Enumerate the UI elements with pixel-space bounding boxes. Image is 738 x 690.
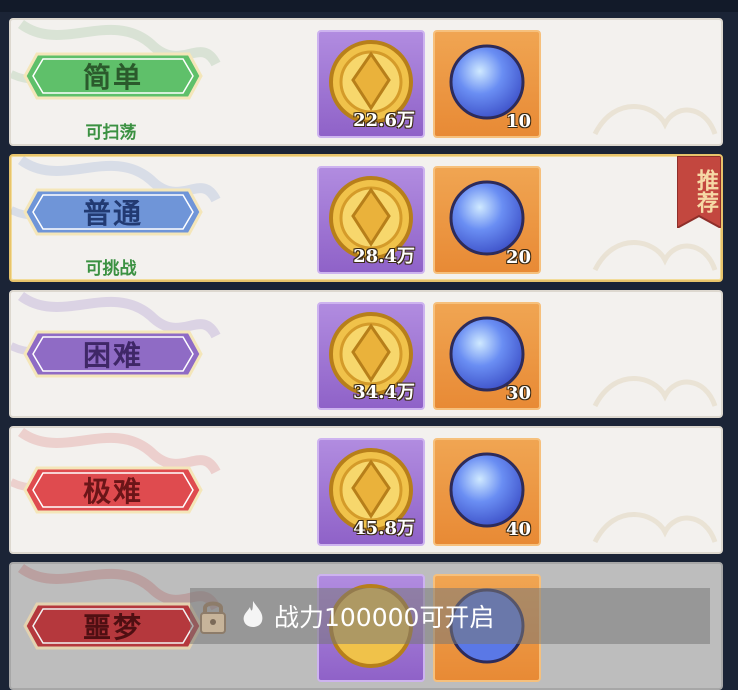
cloud-ornament-icon	[592, 104, 718, 136]
stage-row-hard[interactable]: 困难 34.4万 30	[9, 290, 723, 418]
reward-orb[interactable]: 40	[433, 438, 541, 546]
orb-quantity: 30	[505, 383, 531, 404]
reward-orb[interactable]: 30	[433, 302, 541, 410]
difficulty-label: 噩梦	[82, 611, 143, 644]
coin-quantity: 22.6万	[353, 110, 415, 131]
top-bar	[0, 0, 738, 12]
unlock-requirement-text: 战力100000可开启	[274, 603, 495, 632]
reward-coin[interactable]: 34.4万	[317, 302, 425, 410]
cloud-ornament-icon	[592, 376, 718, 408]
orb-quantity: 40	[505, 519, 531, 540]
coin-quantity: 28.4万	[353, 246, 415, 267]
difficulty-label: 困难	[82, 339, 143, 372]
reward-orb[interactable]: 10	[433, 30, 541, 138]
difficulty-badge: 噩梦	[23, 600, 203, 652]
reward-orb[interactable]: 20	[433, 166, 541, 274]
reward-coin[interactable]: 45.8万	[317, 438, 425, 546]
difficulty-label: 极难	[82, 475, 143, 508]
reward-coin[interactable]: 28.4万	[317, 166, 425, 274]
cloud-ornament-icon	[592, 512, 718, 544]
reward-coin[interactable]: 22.6万	[317, 30, 425, 138]
difficulty-badge: 困难	[23, 328, 203, 380]
difficulty-status: 可挑战	[85, 259, 137, 279]
orb-quantity: 10	[505, 111, 531, 132]
flame-icon	[243, 601, 263, 627]
difficulty-label: 普通	[82, 197, 143, 230]
recommend-tag: 推荐	[676, 156, 721, 230]
coin-quantity: 34.4万	[353, 382, 415, 403]
coin-quantity: 45.8万	[353, 518, 415, 539]
stage-row-extreme[interactable]: 极难 45.8万 40	[9, 426, 723, 554]
orb-quantity: 20	[505, 247, 531, 268]
difficulty-badge: 简单	[23, 50, 203, 102]
difficulty-label: 简单	[82, 61, 143, 94]
difficulty-status: 可扫荡	[85, 123, 137, 143]
padlock-icon	[200, 601, 226, 634]
unlock-requirement-bar: 战力100000可开启	[190, 588, 710, 644]
difficulty-badge: 极难	[23, 464, 203, 516]
stage-row-easy[interactable]: 简单 可扫荡 22.6万 10	[9, 18, 723, 146]
difficulty-badge: 普通	[23, 186, 203, 238]
recommend-label: 推荐	[693, 169, 719, 213]
stage-row-normal[interactable]: 普通 可挑战 28.4万 20 推荐	[9, 154, 723, 282]
